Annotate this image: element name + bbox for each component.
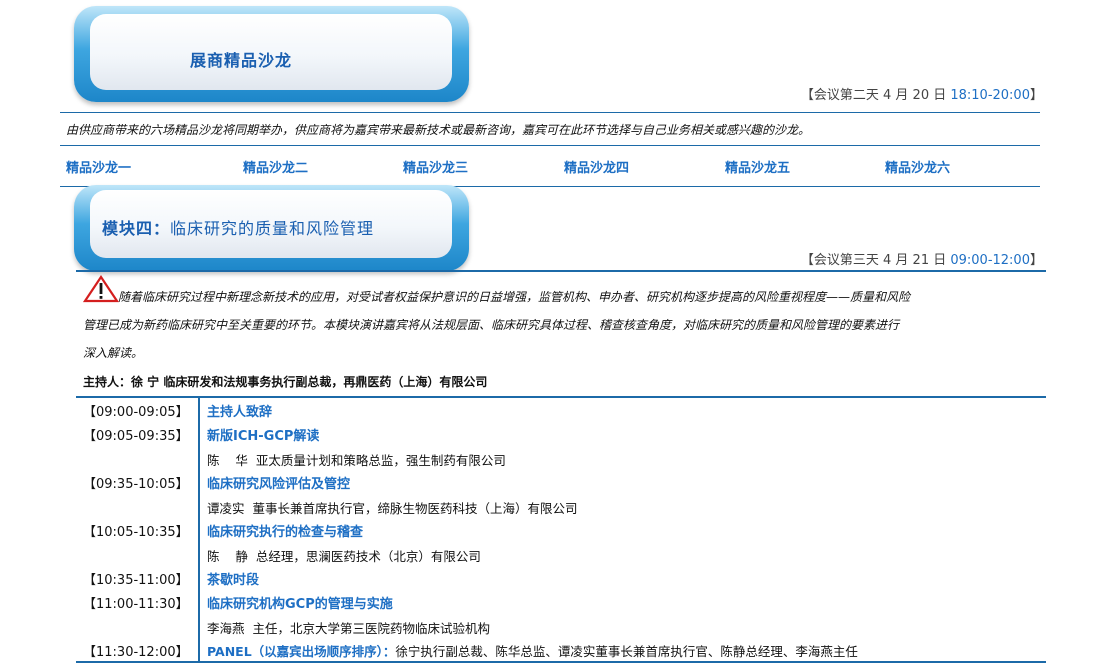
- agenda-time: 【10:05-10:35】: [83, 525, 189, 540]
- salon-link-4[interactable]: 精品沙龙四: [564, 157, 629, 176]
- module-description-line1: 随着临床研究过程中新理念新技术的应用，对受试者权益保护意识的日益增强，监管机构、…: [118, 290, 911, 304]
- agenda-topic: 新版ICH-GCP解读: [207, 429, 320, 444]
- salon-link-2[interactable]: 精品沙龙二: [243, 157, 308, 176]
- agenda-panel: PANEL（以嘉宾出场顺序排序）：徐宁执行副总裁、陈华总监、谭凌实董事长兼首席执…: [207, 641, 858, 660]
- agenda-time: 【10:35-11:00】: [83, 573, 189, 588]
- agenda-bottom-rule: [76, 661, 1046, 663]
- agenda-time: 【09:00-09:05】: [83, 405, 189, 420]
- agenda-topic: 茶歇时段: [207, 573, 260, 588]
- section-title-salon: 展商精品沙龙: [190, 51, 293, 70]
- agenda-time: 【09:05-09:35】: [83, 429, 189, 444]
- agenda-speaker: 陈 静 总经理，思澜医药技术（北京）有限公司: [207, 549, 481, 564]
- module-description-line3: 深入解读。: [83, 346, 144, 360]
- session-time-day3: 【会议第三天 4 月 21 日 09:00-12:00】: [800, 253, 1043, 268]
- divider: [76, 270, 1046, 272]
- session-time-day2: 【会议第二天 4 月 20 日 18:10-20:00】: [800, 88, 1043, 103]
- agenda-speaker: 李海燕 主任，北京大学第三医院药物临床试验机构: [207, 621, 490, 636]
- section-title-module4: 模块四：临床研究的质量和风险管理: [102, 219, 375, 238]
- module-description-line2: 管理已成为新药临床研究中至关重要的环节。本模块演讲嘉宾将从法规层面、临床研究具体…: [83, 318, 900, 332]
- panel-label: PANEL（以嘉宾出场顺序排序）：: [207, 644, 396, 659]
- agenda-time: 【11:00-11:30】: [83, 597, 189, 612]
- agenda-topic: 临床研究机构GCP的管理与实施: [207, 597, 393, 612]
- agenda-topic: 临床研究执行的检查与稽查: [207, 525, 364, 540]
- salon-link-5[interactable]: 精品沙龙五: [725, 157, 790, 176]
- salon-intro: 由供应商带来的六场精品沙龙将同期举办，供应商将为嘉宾带来最新技术或最新咨询，嘉宾…: [66, 123, 811, 137]
- agenda-speaker: 谭凌实 董事长兼首席执行官，缔脉生物医药科技（上海）有限公司: [207, 501, 578, 516]
- salon-link-6[interactable]: 精品沙龙六: [885, 157, 950, 176]
- host-line: 主持人：徐 宁 临床研发和法规事务执行副总裁，再鼎医药（上海）有限公司: [83, 375, 488, 389]
- panel-names: 徐宁执行副总裁、陈华总监、谭凌实董事长兼首席执行官、陈静总经理、李海燕主任: [395, 644, 858, 659]
- salon-link-1[interactable]: 精品沙龙一: [66, 157, 131, 176]
- agenda-column-divider: [198, 398, 200, 662]
- salon-link-3[interactable]: 精品沙龙三: [403, 157, 468, 176]
- agenda-speaker: 陈 华 亚太质量计划和策略总监，强生制药有限公司: [207, 453, 506, 468]
- divider: [60, 145, 1040, 146]
- agenda-time: 【09:35-10:05】: [83, 477, 189, 492]
- agenda-time: 【11:30-12:00】: [83, 645, 189, 660]
- agenda-top-rule: [76, 396, 1046, 398]
- agenda-topic: 主持人致辞: [207, 405, 273, 420]
- agenda-topic: 临床研究风险评估及管控: [207, 477, 351, 492]
- warning-triangle-icon: [83, 275, 119, 303]
- divider: [60, 112, 1040, 113]
